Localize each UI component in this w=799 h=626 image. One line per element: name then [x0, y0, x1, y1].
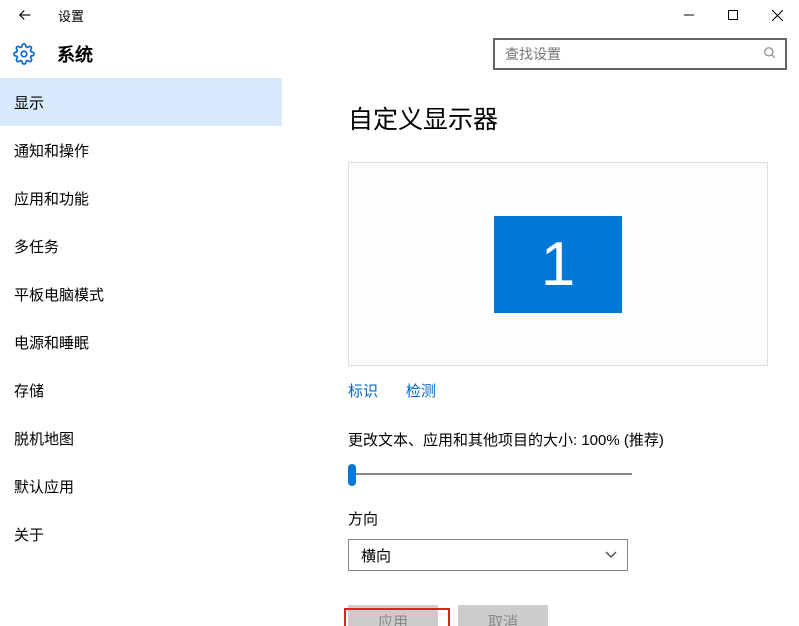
- window-controls: [667, 0, 799, 30]
- sidebar-item-tablet[interactable]: 平板电脑模式: [0, 270, 282, 318]
- sidebar-item-label: 电源和睡眠: [14, 332, 89, 353]
- sidebar-item-label: 通知和操作: [14, 140, 89, 161]
- slider-track: [348, 473, 632, 475]
- search-box[interactable]: [493, 38, 787, 70]
- close-button[interactable]: [755, 0, 799, 30]
- cancel-button[interactable]: 取消: [458, 605, 548, 626]
- detect-link[interactable]: 检测: [406, 383, 436, 400]
- scale-slider[interactable]: [348, 464, 632, 484]
- monitor-number: 1: [541, 229, 575, 300]
- sidebar-item-label: 显示: [14, 92, 44, 113]
- sidebar-item-power[interactable]: 电源和睡眠: [0, 318, 282, 366]
- window-title: 设置: [58, 6, 84, 25]
- page-title: 自定义显示器: [348, 100, 771, 136]
- monitor-tile[interactable]: 1: [494, 216, 622, 313]
- sidebar-item-storage[interactable]: 存储: [0, 366, 282, 414]
- search-icon: [763, 46, 777, 63]
- identify-link[interactable]: 标识: [348, 383, 378, 400]
- sidebar-item-label: 关于: [14, 524, 44, 545]
- orientation-label: 方向: [348, 508, 771, 529]
- sidebar-item-label: 脱机地图: [14, 428, 74, 449]
- orientation-dropdown[interactable]: 横向: [348, 539, 628, 571]
- content: 自定义显示器 1 标识 检测 更改文本、应用和其他项目的大小: 100% (推荐…: [282, 78, 799, 626]
- sidebar: 显示 通知和操作 应用和功能 多任务 平板电脑模式 电源和睡眠 存储 脱机地图 …: [0, 78, 282, 626]
- display-actions: 标识 检测: [348, 380, 771, 401]
- sidebar-item-maps[interactable]: 脱机地图: [0, 414, 282, 462]
- header: 系统: [0, 30, 799, 78]
- slider-thumb[interactable]: [348, 464, 356, 486]
- search-input[interactable]: [505, 46, 763, 62]
- back-button[interactable]: [10, 0, 40, 30]
- sidebar-item-label: 平板电脑模式: [14, 284, 104, 305]
- header-title: 系统: [57, 41, 93, 67]
- sidebar-item-defaultapps[interactable]: 默认应用: [0, 462, 282, 510]
- sidebar-item-label: 默认应用: [14, 476, 74, 497]
- sidebar-item-multitask[interactable]: 多任务: [0, 222, 282, 270]
- scale-label: 更改文本、应用和其他项目的大小: 100% (推荐): [348, 429, 771, 450]
- gear-icon: [12, 42, 36, 66]
- minimize-button[interactable]: [667, 0, 711, 30]
- sidebar-item-about[interactable]: 关于: [0, 510, 282, 558]
- sidebar-item-display[interactable]: 显示: [0, 78, 282, 126]
- orientation-value: 横向: [361, 545, 391, 566]
- titlebar: 设置: [0, 0, 799, 30]
- sidebar-item-label: 应用和功能: [14, 188, 89, 209]
- sidebar-item-label: 存储: [14, 380, 44, 401]
- sidebar-item-apps[interactable]: 应用和功能: [0, 174, 282, 222]
- button-row: 应用 取消: [348, 605, 771, 626]
- maximize-button[interactable]: [711, 0, 755, 30]
- chevron-down-icon: [605, 548, 617, 562]
- sidebar-item-notifications[interactable]: 通知和操作: [0, 126, 282, 174]
- display-preview: 1: [348, 162, 768, 366]
- sidebar-item-label: 多任务: [14, 236, 59, 257]
- apply-button[interactable]: 应用: [348, 605, 438, 626]
